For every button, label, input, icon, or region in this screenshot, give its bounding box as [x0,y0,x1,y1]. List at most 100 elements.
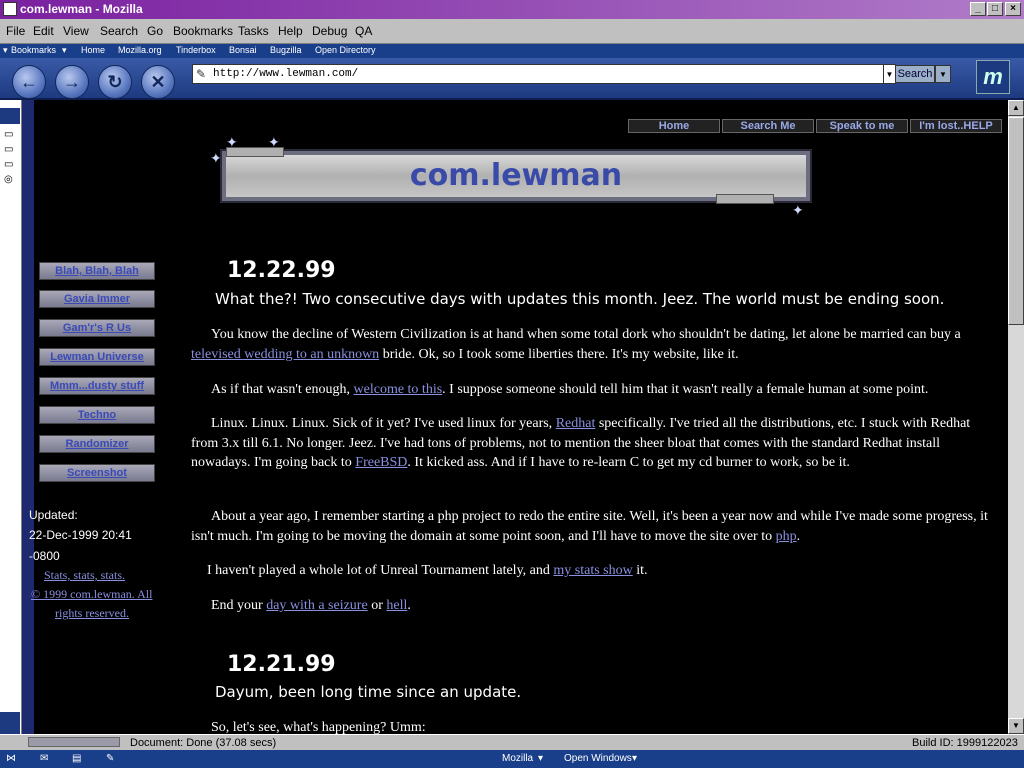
globe-icon[interactable]: ◎ [4,175,16,185]
menu-go[interactable]: Go [147,24,163,38]
sidebar-splitter[interactable] [22,100,34,734]
mail-icon[interactable]: ✉ [40,750,48,768]
left-nav-dusty-stuff[interactable]: Mmm...dusty stuff [39,377,155,395]
entry-paragraph: So, let's see, what's happening? Umm: [211,720,426,734]
entry-paragraph: As if that wasn't enough, welcome to thi… [211,382,929,397]
folder-icon[interactable]: ▭ [4,130,16,140]
personal-home[interactable]: Home [81,45,105,55]
entry-date: 12.21.99 [227,652,336,677]
window-title: com.lewman - Mozilla [20,2,143,16]
composer-icon[interactable]: ✎ [106,750,114,768]
folder-icon[interactable]: ▭ [4,145,16,155]
sidebar-strip [0,100,22,750]
updated-label: Updated: [29,508,78,522]
maximize-button[interactable]: □ [987,2,1003,16]
televised-wedding-link[interactable]: televised wedding to an unknown [191,347,379,362]
scroll-down-arrow-icon[interactable]: ▼ [1008,718,1024,734]
page-nav-lost-help[interactable]: I'm lost..HELP [910,119,1002,133]
minimize-button[interactable]: _ [970,2,986,16]
sparkle-icon: ✦ [792,202,804,218]
personal-mozilla-org[interactable]: Mozilla.org [118,45,162,55]
updated-date: 22-Dec-1999 20:41 [29,528,132,542]
mozilla-menu[interactable]: Mozilla [502,750,533,768]
search-dropdown[interactable]: ▼ [935,65,951,83]
left-nav-gavia-immer[interactable]: Gavia Immer [39,290,155,308]
page-nav-speak-to-me[interactable]: Speak to me [816,119,908,133]
scrollbar-thumb[interactable] [1008,117,1024,325]
page-nav-search-me[interactable]: Search Me [722,119,814,133]
php-link[interactable]: php [776,529,797,544]
back-button[interactable]: ← [12,65,46,99]
personal-bonsai[interactable]: Bonsai [229,45,257,55]
page-proxy-icon[interactable]: ✎ [196,67,206,81]
sparkle-icon: ✦ [210,150,222,166]
sidebar-toggle[interactable] [0,108,20,124]
personal-open-directory[interactable]: Open Directory [315,45,376,55]
stats-link[interactable]: Stats, stats, stats. [44,568,125,583]
copyright-link-line2[interactable]: rights reserved. [55,606,129,621]
folder-icon[interactable]: ▭ [4,160,16,170]
url-field[interactable]: http://www.lewman.com/ [192,64,884,84]
forward-button[interactable]: → [55,65,89,99]
menu-debug[interactable]: Debug [312,24,347,38]
personal-bookmarks[interactable]: Bookmarks [11,45,56,55]
close-button[interactable]: × [1005,2,1021,16]
back-arrow-icon: ← [20,72,38,92]
left-nav-techno[interactable]: Techno [39,406,155,424]
page-nav-home[interactable]: Home [628,119,720,133]
welcome-to-this-link[interactable]: welcome to this [354,382,443,397]
chevron-down-icon: ▾ [62,45,67,55]
build-id: Build ID: 1999122023 [912,737,1018,749]
chevron-down-icon: ▾ [538,753,544,764]
entry-paragraph: About a year ago, I remember starting a … [191,509,988,544]
banner-decoration [716,194,774,204]
stop-button[interactable]: ✕ [141,65,175,99]
progress-meter [28,737,120,747]
addressbook-icon[interactable]: ▤ [72,750,81,768]
left-nav-randomizer[interactable]: Randomizer [39,435,155,453]
stop-icon: ✕ [150,72,166,92]
menu-file[interactable]: File [6,24,25,38]
my-stats-show-link[interactable]: my stats show [553,563,632,578]
chevron-down-icon: ▾ [632,753,638,764]
search-button[interactable]: Search [895,65,935,83]
open-windows-menu[interactable]: Open Windows [564,750,632,768]
bookmarks-icon: ▾ [3,45,8,55]
menu-edit[interactable]: Edit [33,24,54,38]
left-nav-blah[interactable]: Blah, Blah, Blah [39,262,155,280]
left-nav-gamrs[interactable]: Gam'r's R Us [39,319,155,337]
menu-bookmarks[interactable]: Bookmarks [173,24,233,38]
entry-date: 12.22.99 [227,258,336,283]
menu-search[interactable]: Search [100,24,138,38]
menu-help[interactable]: Help [278,24,303,38]
component-bar: ⋈ ✉ ▤ ✎ Mozilla ▾ Open Windows ▾ [0,750,1024,768]
scroll-up-arrow-icon[interactable]: ▲ [1008,100,1024,116]
navigator-icon[interactable]: ⋈ [6,750,16,768]
entry-subtitle: What the?! Two consecutive days with upd… [215,290,945,308]
forward-arrow-icon: → [63,72,81,92]
hell-link[interactable]: hell [386,598,407,613]
menu-qa[interactable]: QA [355,24,372,38]
left-nav-lewman-universe[interactable]: Lewman Universe [39,348,155,366]
menu-view[interactable]: View [63,24,89,38]
menu-bar: File Edit View Search Go Bookmarks Tasks… [0,19,1024,44]
window-title-bar: com.lewman - Mozilla [0,0,1024,19]
entry-paragraph: You know the decline of Western Civiliza… [191,327,961,362]
personal-toolbar: ▾ Bookmarks ▾ Home Mozilla.org Tinderbox… [0,44,1024,58]
copyright-link-line1[interactable]: © 1999 com.lewman. All [31,587,152,602]
mozilla-throbber-icon[interactable]: m [976,60,1010,94]
freebsd-link[interactable]: FreeBSD [355,455,407,470]
status-bar: Document: Done (37.08 secs) Build ID: 19… [0,734,1024,750]
entry-paragraph: Linux. Linux. Linux. Sick of it yet? I'v… [191,416,971,470]
menu-tasks[interactable]: Tasks [238,24,269,38]
personal-bugzilla[interactable]: Bugzilla [270,45,302,55]
updated-timezone: -0800 [29,549,60,563]
reload-button[interactable]: ↻ [98,65,132,99]
status-text: Document: Done (37.08 secs) [130,737,277,749]
personal-tinderbox[interactable]: Tinderbox [176,45,216,55]
app-icon[interactable] [3,2,17,16]
left-nav-screenshot[interactable]: Screenshot [39,464,155,482]
entry-paragraph: End your day with a seizure or hell. [211,598,411,613]
day-with-seizure-link[interactable]: day with a seizure [266,598,367,613]
redhat-link[interactable]: Redhat [556,416,596,431]
